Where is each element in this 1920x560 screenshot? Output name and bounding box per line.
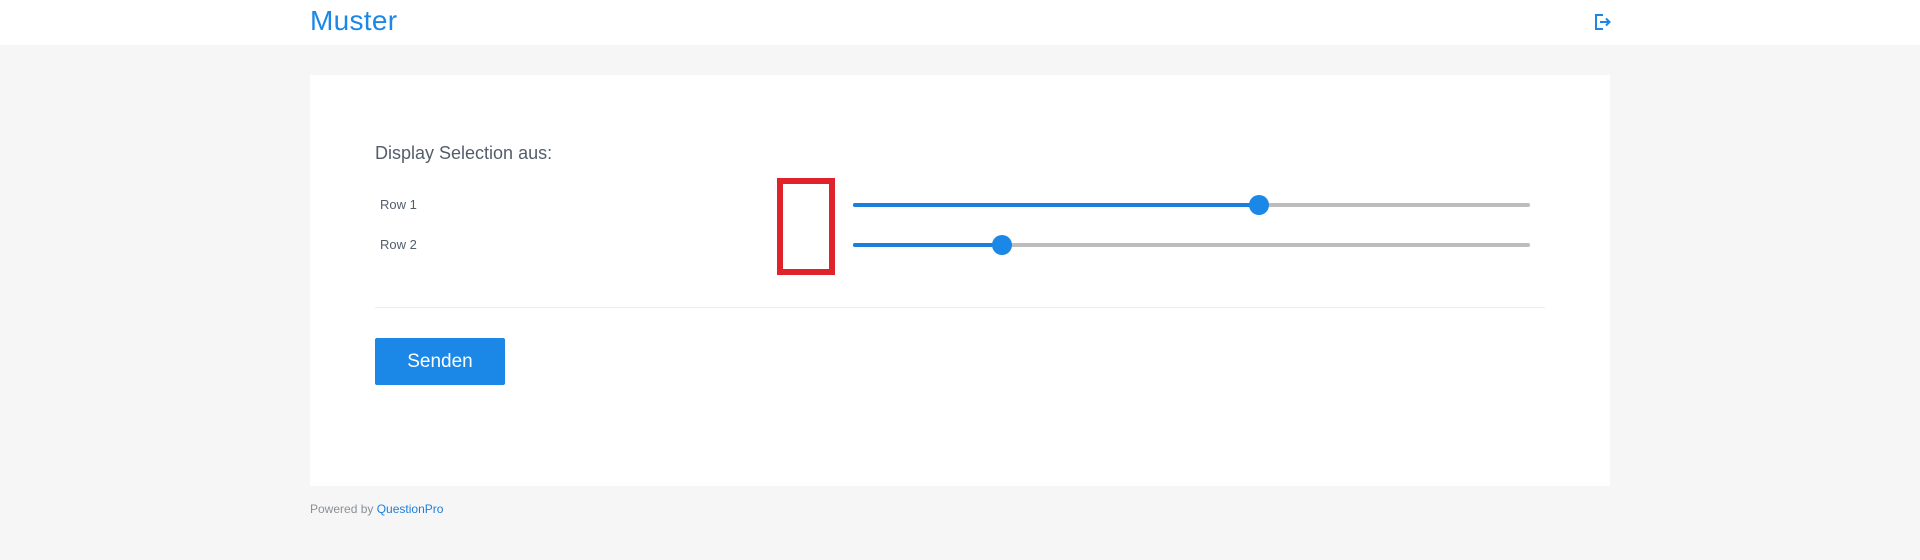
highlight-box xyxy=(777,178,835,275)
slider-thumb[interactable] xyxy=(1249,195,1270,215)
row-label-1: Row 1 xyxy=(380,197,417,212)
slider-row-1[interactable] xyxy=(853,195,1530,215)
slider-thumb[interactable] xyxy=(991,235,1012,255)
slider-fill xyxy=(853,203,1260,207)
top-bar: Muster xyxy=(0,0,1920,45)
powered-by-text: Powered by xyxy=(310,502,374,516)
logout-icon[interactable] xyxy=(1592,12,1612,32)
question-title: Display Selection aus: xyxy=(375,143,553,163)
row-label-2: Row 2 xyxy=(380,237,417,252)
brand-title: Muster xyxy=(310,5,398,36)
divider xyxy=(375,307,1545,308)
footer: Powered by QuestionPro xyxy=(310,502,443,516)
slider-row-2[interactable] xyxy=(853,235,1530,255)
survey-card: Display Selection aus: Row 1 Row 2 Sende… xyxy=(310,75,1610,486)
slider-fill xyxy=(853,243,1002,247)
questionpro-link[interactable]: QuestionPro xyxy=(377,502,444,516)
submit-button[interactable]: Senden xyxy=(375,338,505,385)
